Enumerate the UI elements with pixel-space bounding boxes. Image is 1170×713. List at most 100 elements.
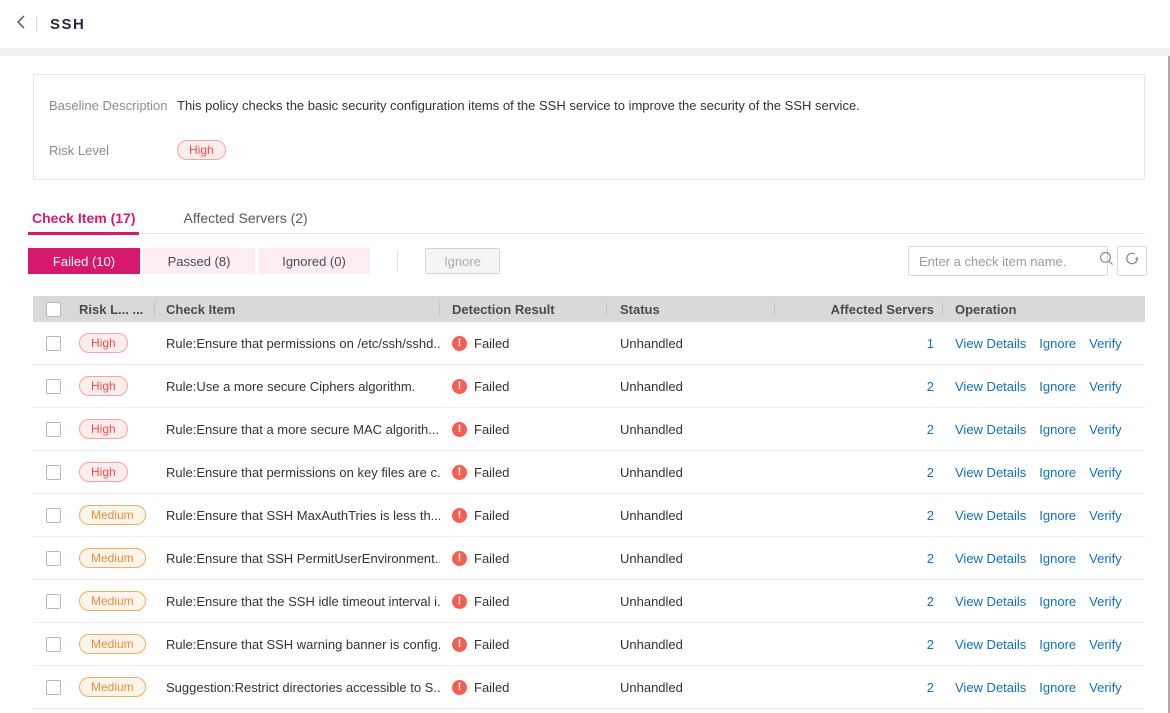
ignore-link[interactable]: Ignore [1039,465,1076,480]
check-item-text: Suggestion:Restrict directories accessib… [155,680,440,695]
table-row: High Rule:Ensure that permissions on key… [33,451,1145,494]
risk-badge: High [79,333,128,353]
ignore-link[interactable]: Ignore [1039,379,1076,394]
filter-failed-button[interactable]: Failed (10) [28,248,140,274]
view-details-link[interactable]: View Details [955,594,1026,609]
failed-icon: ! [452,422,467,437]
filter-passed-button[interactable]: Passed (8) [143,248,255,274]
ignore-link[interactable]: Ignore [1039,508,1076,523]
row-checkbox[interactable] [46,422,61,437]
search-input[interactable] [909,254,1099,269]
risk-badge: Medium [79,505,146,525]
view-details-link[interactable]: View Details [955,637,1026,652]
tabs-bar: Check Item (17) Affected Servers (2) [28,206,1145,234]
refresh-icon [1124,251,1140,272]
status-text: Unhandled [607,508,775,523]
view-details-link[interactable]: View Details [955,508,1026,523]
detection-result-text: Failed [474,379,509,394]
status-text: Unhandled [607,379,775,394]
chevron-left-icon [15,15,27,34]
detection-result-text: Failed [474,422,509,437]
ignore-link[interactable]: Ignore [1039,594,1076,609]
detection-result-text: Failed [474,465,509,480]
verify-link[interactable]: Verify [1089,508,1122,523]
verify-link[interactable]: Verify [1089,594,1122,609]
affected-servers-link[interactable]: 2 [927,465,934,480]
column-header-risk-level[interactable]: Risk L... ... [71,296,155,322]
tab-affected-servers[interactable]: Affected Servers (2) [179,206,311,234]
view-details-link[interactable]: View Details [955,680,1026,695]
view-details-link[interactable]: View Details [955,336,1026,351]
affected-servers-link[interactable]: 2 [927,551,934,566]
page-title: SSH [50,16,85,33]
affected-servers-link[interactable]: 1 [927,336,934,351]
risk-badge: Medium [79,548,146,568]
check-item-table: Risk L... ... Check Item Detection Resul… [33,296,1145,709]
affected-servers-link[interactable]: 2 [927,508,934,523]
verify-link[interactable]: Verify [1089,336,1122,351]
affected-servers-link[interactable]: 2 [927,594,934,609]
ignore-link[interactable]: Ignore [1039,422,1076,437]
affected-servers-link[interactable]: 2 [927,379,934,394]
table-row: Medium Suggestion:Restrict directories a… [33,666,1145,709]
verify-link[interactable]: Verify [1089,422,1122,437]
verify-link[interactable]: Verify [1089,680,1122,695]
affected-servers-link[interactable]: 2 [927,680,934,695]
check-item-text: Rule:Ensure that the SSH idle timeout in… [155,594,440,609]
ignore-link[interactable]: Ignore [1039,336,1076,351]
table-row: Medium Rule:Ensure that SSH warning bann… [33,623,1145,666]
tab-check-item[interactable]: Check Item (17) [28,206,139,234]
select-all-checkbox[interactable] [46,302,61,317]
affected-servers-link[interactable]: 2 [927,637,934,652]
ignore-link[interactable]: Ignore [1039,551,1076,566]
failed-icon: ! [452,336,467,351]
risk-badge: Medium [79,591,146,611]
verify-link[interactable]: Verify [1089,379,1122,394]
status-text: Unhandled [607,637,775,652]
result-filter-group: Failed (10) Passed (8) Ignored (0) [28,248,370,274]
baseline-description-label: Baseline Description [49,98,177,113]
view-details-link[interactable]: View Details [955,465,1026,480]
filter-ignored-button[interactable]: Ignored (0) [258,248,370,274]
row-checkbox[interactable] [46,465,61,480]
row-checkbox[interactable] [46,637,61,652]
table-row: High Rule:Ensure that a more secure MAC … [33,408,1145,451]
ignore-button[interactable]: Ignore [425,248,500,274]
search-button[interactable] [1099,251,1114,271]
view-details-link[interactable]: View Details [955,379,1026,394]
refresh-button[interactable] [1117,246,1147,276]
failed-icon: ! [452,465,467,480]
verify-link[interactable]: Verify [1089,465,1122,480]
check-item-text: Rule:Ensure that SSH PermitUserEnvironme… [155,551,440,566]
row-checkbox[interactable] [46,508,61,523]
view-details-link[interactable]: View Details [955,422,1026,437]
row-checkbox[interactable] [46,551,61,566]
main-panel: Baseline Description This policy checks … [0,56,1170,713]
row-checkbox[interactable] [46,594,61,609]
row-checkbox[interactable] [46,336,61,351]
table-row: Medium Rule:Ensure that SSH PermitUserEn… [33,537,1145,580]
verify-link[interactable]: Verify [1089,551,1122,566]
affected-servers-link[interactable]: 2 [927,422,934,437]
baseline-description-card: Baseline Description This policy checks … [33,74,1145,180]
toolbar-divider [397,250,398,272]
row-checkbox[interactable] [46,379,61,394]
table-header: Risk L... ... Check Item Detection Resul… [33,296,1145,322]
check-item-text: Rule:Ensure that SSH MaxAuthTries is les… [155,508,440,523]
status-text: Unhandled [607,465,775,480]
table-row: Medium Rule:Ensure that the SSH idle tim… [33,580,1145,623]
view-details-link[interactable]: View Details [955,551,1026,566]
verify-link[interactable]: Verify [1089,637,1122,652]
ignore-link[interactable]: Ignore [1039,680,1076,695]
back-button[interactable] [6,9,36,39]
column-header-status: Status [607,296,775,322]
detection-result-text: Failed [474,637,509,652]
row-checkbox[interactable] [46,680,61,695]
ignore-link[interactable]: Ignore [1039,637,1076,652]
detection-result-text: Failed [474,336,509,351]
failed-icon: ! [452,594,467,609]
table-body: High Rule:Ensure that permissions on /et… [33,322,1145,709]
risk-level-row: Risk Level High [49,139,1129,161]
risk-badge: Medium [79,677,146,697]
risk-level-label: Risk Level [49,143,177,158]
